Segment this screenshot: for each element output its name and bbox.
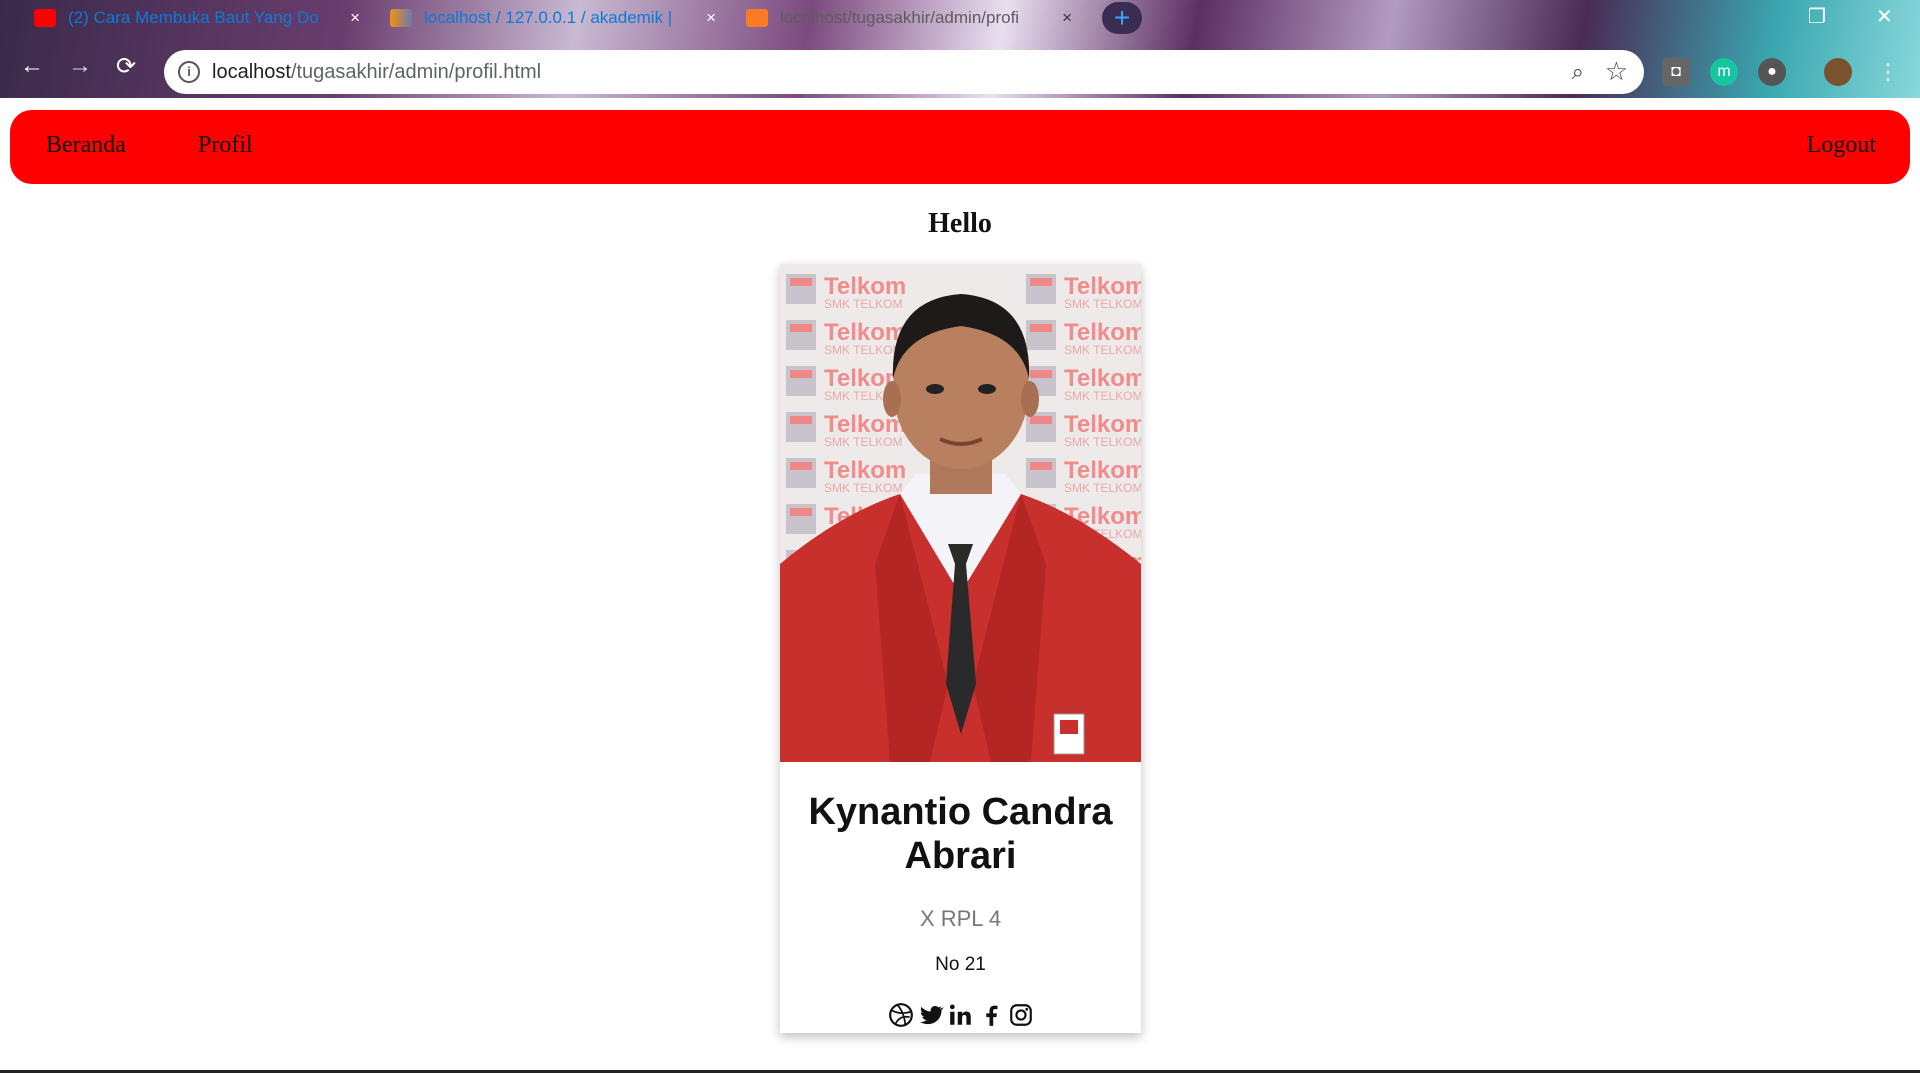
profile-photo: Telkom SMK TELKOM	[780, 264, 1141, 762]
back-icon[interactable]: ←	[20, 52, 44, 80]
facebook-icon[interactable]	[978, 1002, 1004, 1028]
forward-icon[interactable]: →	[68, 52, 92, 80]
nav-link-logout[interactable]: Logout	[1807, 132, 1876, 159]
tab-close-icon[interactable]: ×	[350, 8, 360, 28]
greeting-heading: Hello	[928, 208, 992, 239]
social-links	[780, 1002, 1141, 1028]
site-navbar: Beranda Profil Logout	[10, 110, 1910, 184]
browser-toolbar: ← → ⟳ i localhost/tugasakhir/admin/profi…	[0, 36, 1920, 98]
site-info-icon[interactable]: i	[178, 61, 200, 83]
extension-m-icon[interactable]: m	[1710, 58, 1738, 86]
url-path: /tugasakhir/admin/profil.html	[290, 60, 542, 83]
restore-window-icon[interactable]: ❐	[1808, 4, 1826, 29]
tab-title: localhost/tugasakhir/admin/profi	[780, 8, 1020, 27]
new-tab-button[interactable]: +	[1102, 2, 1142, 34]
profile-card: Telkom SMK TELKOM	[780, 264, 1141, 1033]
phpmyadmin-icon	[390, 9, 412, 27]
tab-title: (2) Cara Membuka Baut Yang Do	[68, 8, 319, 27]
profile-class: X RPL 4	[919, 906, 1002, 931]
tab-close-icon[interactable]: ×	[706, 8, 716, 28]
dribbble-icon[interactable]	[888, 1002, 914, 1028]
tab-youtube[interactable]: (2) Cara Membuka Baut Yang Do ×	[20, 0, 370, 36]
tab-title: localhost / 127.0.0.1 / akademik |	[424, 8, 673, 27]
profile-avatar-icon[interactable]	[1824, 58, 1852, 86]
nav-link-profil[interactable]: Profil	[198, 132, 253, 159]
zoom-icon[interactable]: ⌕	[1572, 59, 1584, 85]
url-host: localhost	[212, 60, 291, 83]
browser-chrome: (2) Cara Membuka Baut Yang Do × localhos…	[0, 0, 1920, 98]
nav-link-beranda[interactable]: Beranda	[46, 132, 126, 159]
address-bar[interactable]: i localhost/tugasakhir/admin/profil.html…	[164, 50, 1644, 94]
tab-profil[interactable]: localhost/tugasakhir/admin/profi ×	[732, 0, 1082, 36]
linkedin-icon[interactable]	[948, 1002, 974, 1028]
twitter-icon[interactable]	[918, 1002, 944, 1028]
profile-number: No 21	[935, 954, 986, 975]
extension-camera-icon[interactable]: ◘	[1662, 58, 1690, 86]
page-content: Beranda Profil Logout Hello Telkom SMK T…	[0, 98, 1920, 1073]
tab-strip: (2) Cara Membuka Baut Yang Do × localhos…	[0, 0, 1920, 36]
youtube-icon	[34, 9, 56, 27]
bookmark-star-icon[interactable]: ☆	[1605, 56, 1628, 87]
xampp-icon	[746, 9, 768, 27]
tab-phpmyadmin[interactable]: localhost / 127.0.0.1 / akademik | ×	[376, 0, 726, 36]
extension-bulb-icon[interactable]: ●	[1758, 58, 1786, 86]
menu-kebab-icon[interactable]: ⋮	[1874, 58, 1902, 86]
url-text[interactable]: localhost/tugasakhir/admin/profil.html	[212, 61, 541, 84]
instagram-icon[interactable]	[1008, 1002, 1034, 1028]
tab-close-icon[interactable]: ×	[1062, 8, 1072, 28]
reload-icon[interactable]: ⟳	[116, 52, 136, 81]
close-window-icon[interactable]: ✕	[1876, 4, 1893, 29]
profile-name: Kynantio Candra Abrari	[808, 791, 1113, 877]
